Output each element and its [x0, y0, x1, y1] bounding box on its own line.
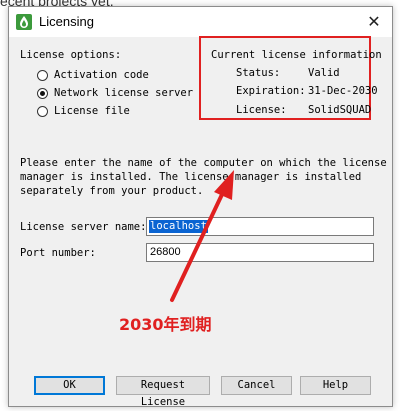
expiration-label: Expiration: — [236, 85, 306, 97]
status-value: Valid — [308, 67, 340, 79]
port-number-label: Port number: — [20, 247, 96, 259]
server-name-label: License server name: — [20, 221, 147, 233]
instruction-line-3: separately from your product. — [20, 185, 204, 197]
close-icon: ✕ — [367, 12, 381, 31]
current-license-heading: Current license information — [211, 49, 382, 61]
radio-activation-code[interactable]: Activation code — [37, 69, 157, 82]
radio-button[interactable] — [37, 106, 48, 117]
cancel-button[interactable]: Cancel — [221, 376, 292, 395]
radio-network-license-server[interactable]: Network license server — [37, 87, 197, 100]
server-name-input[interactable]: localhost — [146, 217, 374, 236]
expiration-value: 31-Dec-2030 — [308, 85, 378, 97]
ok-button[interactable]: OK — [34, 376, 105, 395]
license-options-heading: License options: — [20, 49, 122, 61]
instruction-line-1: Please enter the name of the computer on… — [20, 157, 387, 169]
radio-label: Activation code — [54, 69, 149, 81]
radio-license-file[interactable]: License file — [37, 105, 137, 118]
expiration-annotation: 2030年到期 — [119, 315, 212, 334]
port-number-input[interactable]: 26800 — [146, 243, 374, 262]
radio-label: Network license server — [54, 87, 194, 99]
help-button[interactable]: Help — [300, 376, 371, 395]
close-button[interactable]: ✕ — [359, 10, 389, 34]
radio-label: License file — [54, 105, 130, 117]
request-license-button[interactable]: Request License — [116, 376, 210, 408]
status-label: Status: — [236, 67, 281, 79]
license-value: SolidSQUAD — [308, 104, 372, 116]
license-label: License: — [236, 104, 287, 116]
radio-button[interactable] — [37, 70, 48, 81]
server-name-value: localhost — [149, 220, 208, 233]
port-number-value: 26800 — [150, 246, 181, 258]
title-bar: Licensing ✕ — [9, 7, 392, 37]
radio-button-selected[interactable] — [37, 88, 48, 99]
instruction-line-2: manager is installed. The license manage… — [20, 171, 362, 183]
app-logo-icon — [16, 14, 32, 30]
window-title: Licensing — [39, 14, 94, 29]
